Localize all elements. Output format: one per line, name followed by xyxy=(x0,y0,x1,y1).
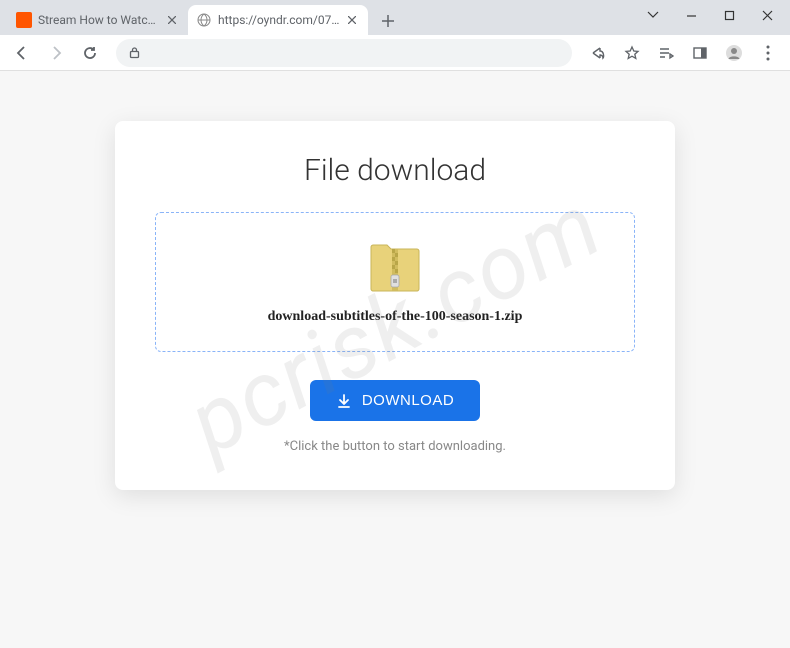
forward-button[interactable] xyxy=(42,39,70,67)
maximize-button[interactable] xyxy=(714,0,744,30)
close-icon[interactable] xyxy=(344,12,360,28)
share-icon[interactable] xyxy=(584,39,612,67)
download-icon xyxy=(336,393,352,409)
close-window-button[interactable] xyxy=(752,0,782,30)
tab-title: Stream How to Watch The 100 S… xyxy=(38,13,160,27)
tab-active[interactable]: https://oyndr.com/075d9b86e5a… xyxy=(188,5,368,35)
soundcloud-favicon xyxy=(16,12,32,28)
address-bar[interactable] xyxy=(116,39,572,67)
page-content: File download download-subtitles-of-the-… xyxy=(0,71,790,648)
playlist-icon[interactable] xyxy=(652,39,680,67)
window-controls xyxy=(638,0,790,30)
download-card: File download download-subtitles-of-the-… xyxy=(115,121,675,490)
tab-strip: Stream How to Watch The 100 S… https://o… xyxy=(0,0,638,35)
back-button[interactable] xyxy=(8,39,36,67)
new-tab-button[interactable] xyxy=(374,7,402,35)
reload-button[interactable] xyxy=(76,39,104,67)
file-box: download-subtitles-of-the-100-season-1.z… xyxy=(155,212,635,352)
lock-icon xyxy=(128,46,141,59)
page-title: File download xyxy=(155,153,635,188)
download-button-label: DOWNLOAD xyxy=(362,392,454,409)
tab-inactive[interactable]: Stream How to Watch The 100 S… xyxy=(8,5,188,35)
download-button[interactable]: DOWNLOAD xyxy=(310,380,480,421)
minimize-button[interactable] xyxy=(676,0,706,30)
bookmark-star-icon[interactable] xyxy=(618,39,646,67)
chevron-down-icon[interactable] xyxy=(638,0,668,30)
browser-toolbar xyxy=(0,35,790,71)
profile-avatar-icon[interactable] xyxy=(720,39,748,67)
browser-titlebar: Stream How to Watch The 100 S… https://o… xyxy=(0,0,790,35)
download-hint: *Click the button to start downloading. xyxy=(155,439,635,454)
menu-dots-icon[interactable] xyxy=(754,39,782,67)
globe-favicon xyxy=(196,12,212,28)
zip-folder-icon xyxy=(369,237,421,293)
toolbar-actions xyxy=(584,39,782,67)
side-panel-icon[interactable] xyxy=(686,39,714,67)
file-name: download-subtitles-of-the-100-season-1.z… xyxy=(176,309,614,325)
tab-title: https://oyndr.com/075d9b86e5a… xyxy=(218,13,340,27)
close-icon[interactable] xyxy=(164,12,180,28)
